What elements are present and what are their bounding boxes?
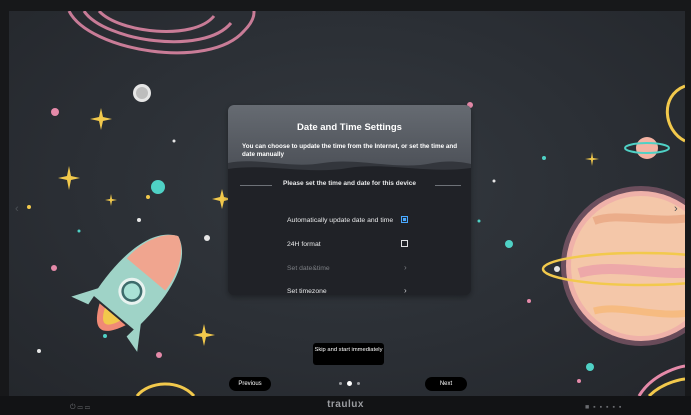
- next-page-edge-icon[interactable]: ›: [674, 203, 678, 215]
- front-panel-buttons-right: ■ ▪ ▪ ▪ ▪ ▪: [585, 404, 623, 411]
- dialog-title: Date and Time Settings: [297, 122, 402, 133]
- option-set-timezone[interactable]: Set timezone ›: [287, 286, 415, 295]
- option-set-date-time: Set date&time ›: [287, 263, 415, 275]
- skip-button[interactable]: Skip and start immediately: [313, 343, 384, 365]
- divider: [435, 185, 461, 186]
- screen: ‹ › Date and Time Settings You can choos…: [9, 11, 685, 396]
- dialog-description: You can choose to update the time from t…: [242, 143, 458, 158]
- option-24h-format[interactable]: 24H format: [287, 239, 415, 251]
- option-auto-update[interactable]: Automatically update date and time: [287, 215, 415, 227]
- option-label: Set date&time: [287, 265, 330, 272]
- option-label: Automatically update date and time: [287, 217, 394, 224]
- checkbox-icon[interactable]: [401, 216, 408, 223]
- checkbox-icon[interactable]: [401, 240, 408, 247]
- page-dot: [357, 382, 360, 385]
- page-indicator: [335, 380, 365, 388]
- option-label: Set timezone: [287, 288, 327, 295]
- page-dot-active: [347, 381, 352, 386]
- chevron-right-icon: ›: [404, 286, 407, 295]
- section-header: Please set the time and date for this de…: [228, 180, 471, 192]
- date-time-settings-dialog: Date and Time Settings You can choose to…: [228, 105, 471, 295]
- option-label: 24H format: [287, 241, 321, 248]
- next-button[interactable]: Next: [425, 377, 467, 391]
- chevron-right-icon: ›: [404, 263, 407, 272]
- previous-page-edge-icon[interactable]: ‹: [15, 203, 19, 215]
- previous-button[interactable]: Previous: [229, 377, 271, 391]
- front-panel-buttons-left: ⏻ ▭ ▭: [70, 404, 91, 411]
- header-wave-decoration: [228, 161, 471, 179]
- page-dot: [339, 382, 342, 385]
